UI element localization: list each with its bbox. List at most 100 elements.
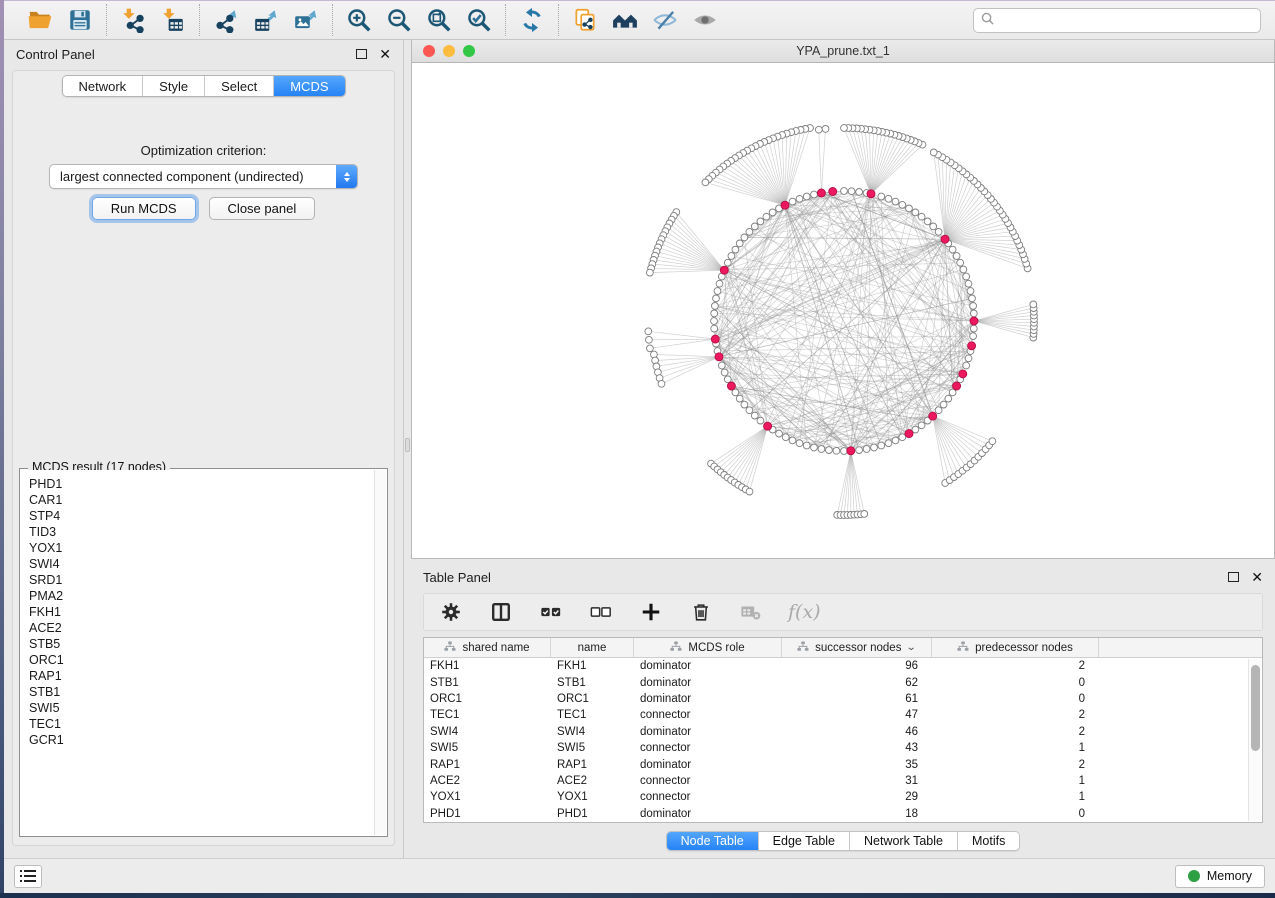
cell-predecessor_nodes[interactable]: 0 [932, 693, 1099, 705]
column-header-name[interactable]: name [551, 638, 634, 657]
cell-successor_nodes[interactable]: 35 [782, 759, 932, 771]
float-panel-icon[interactable] [356, 49, 367, 59]
cell-successor_nodes[interactable]: 96 [782, 660, 932, 672]
cell-shared_name[interactable]: STB1 [424, 677, 551, 689]
zoom-in-icon[interactable] [341, 4, 377, 36]
table-row[interactable]: ORC1ORC1dominator610 [424, 691, 1262, 707]
cell-mcds_role[interactable]: connector [634, 775, 782, 787]
mcds-result-item[interactable]: ACE2 [29, 620, 366, 636]
cell-shared_name[interactable]: RAP1 [424, 759, 551, 771]
mcds-result-item[interactable]: SWI4 [29, 556, 366, 572]
tab-network-table[interactable]: Network Table [850, 832, 958, 850]
cell-mcds_role[interactable]: dominator [634, 677, 782, 689]
network-window-titlebar[interactable]: YPA_prune.txt_1 [412, 40, 1274, 63]
cell-predecessor_nodes[interactable]: 1 [932, 742, 1099, 754]
search-box[interactable] [973, 8, 1261, 33]
close-panel-icon[interactable]: ✕ [379, 49, 391, 59]
cell-name[interactable]: SWI4 [551, 726, 634, 738]
mcds-result-item[interactable]: TID3 [29, 524, 366, 540]
mcds-result-item[interactable]: ORC1 [29, 652, 366, 668]
add-row-icon[interactable] [638, 599, 664, 625]
cell-mcds_role[interactable]: dominator [634, 693, 782, 705]
cell-predecessor_nodes[interactable]: 1 [932, 791, 1099, 803]
first-neighbors-icon[interactable] [607, 4, 643, 36]
cell-name[interactable]: STB1 [551, 677, 634, 689]
copy-network-icon[interactable] [567, 4, 603, 36]
table-row[interactable]: ACE2ACE2connector311 [424, 773, 1262, 789]
zoom-out-icon[interactable] [381, 4, 417, 36]
cell-successor_nodes[interactable]: 62 [782, 677, 932, 689]
cell-name[interactable]: FKH1 [551, 660, 634, 672]
table-row[interactable]: FKH1FKH1dominator962 [424, 658, 1262, 674]
cell-successor_nodes[interactable]: 31 [782, 775, 932, 787]
tab-mcds[interactable]: MCDS [274, 76, 344, 96]
cell-successor_nodes[interactable]: 47 [782, 709, 932, 721]
mcds-result-scrollbar[interactable] [374, 470, 386, 835]
export-table-icon[interactable] [248, 4, 284, 36]
cell-name[interactable]: PHD1 [551, 808, 634, 820]
refresh-icon[interactable] [514, 4, 550, 36]
show-columns-icon[interactable] [488, 599, 514, 625]
panel-splitter[interactable] [404, 40, 411, 858]
table-row[interactable]: PHD1PHD1dominator180 [424, 806, 1262, 822]
mcds-result-item[interactable]: YOX1 [29, 540, 366, 556]
cell-shared_name[interactable]: ORC1 [424, 693, 551, 705]
float-table-panel-icon[interactable] [1228, 572, 1239, 582]
cell-successor_nodes[interactable]: 43 [782, 742, 932, 754]
mcds-result-item[interactable]: STB5 [29, 636, 366, 652]
mcds-result-item[interactable]: TEC1 [29, 716, 366, 732]
cell-shared_name[interactable]: SWI5 [424, 742, 551, 754]
cell-mcds_role[interactable]: dominator [634, 660, 782, 672]
tab-select[interactable]: Select [205, 76, 274, 96]
cell-name[interactable]: TEC1 [551, 709, 634, 721]
cell-predecessor_nodes[interactable]: 2 [932, 660, 1099, 672]
delete-row-icon[interactable] [688, 599, 714, 625]
table-row[interactable]: YOX1YOX1connector291 [424, 789, 1262, 805]
cell-shared_name[interactable]: FKH1 [424, 660, 551, 672]
cell-mcds_role[interactable]: connector [634, 791, 782, 803]
cell-predecessor_nodes[interactable]: 0 [932, 677, 1099, 689]
cell-name[interactable]: ACE2 [551, 775, 634, 787]
mcds-result-item[interactable]: GCR1 [29, 732, 366, 748]
column-header-shared-name[interactable]: shared name [424, 638, 551, 657]
tab-motifs[interactable]: Motifs [958, 832, 1019, 850]
table-row[interactable]: SWI5SWI5connector431 [424, 740, 1262, 756]
cell-mcds_role[interactable]: connector [634, 742, 782, 754]
tab-node-table[interactable]: Node Table [667, 832, 759, 850]
export-network-icon[interactable] [208, 4, 244, 36]
tab-network[interactable]: Network [62, 76, 143, 96]
cell-name[interactable]: ORC1 [551, 693, 634, 705]
column-header-successor-nodes[interactable]: successor nodes⌄ [782, 638, 932, 657]
sort-chevron-icon[interactable]: ⌄ [906, 642, 917, 653]
mcds-result-item[interactable]: PMA2 [29, 588, 366, 604]
memory-button[interactable]: Memory [1175, 865, 1265, 888]
cell-shared_name[interactable]: ACE2 [424, 775, 551, 787]
zoom-selected-icon[interactable] [461, 4, 497, 36]
table-settings-icon[interactable] [438, 599, 464, 625]
table-row[interactable]: TEC1TEC1connector472 [424, 707, 1262, 723]
open-file-icon[interactable] [22, 4, 58, 36]
cell-shared_name[interactable]: SWI4 [424, 726, 551, 738]
optimization-criterion-select[interactable]: largest connected component (undirected) [49, 164, 358, 189]
cell-predecessor_nodes[interactable]: 2 [932, 726, 1099, 738]
cell-mcds_role[interactable]: dominator [634, 759, 782, 771]
zoom-fit-icon[interactable] [421, 4, 457, 36]
select-all-rows-icon[interactable] [538, 599, 564, 625]
cell-mcds_role[interactable]: connector [634, 709, 782, 721]
tab-style[interactable]: Style [143, 76, 205, 96]
cell-mcds_role[interactable]: dominator [634, 808, 782, 820]
table-row[interactable]: RAP1RAP1dominator352 [424, 756, 1262, 772]
cell-predecessor_nodes[interactable]: 2 [932, 759, 1099, 771]
close-table-panel-icon[interactable]: ✕ [1251, 572, 1263, 582]
mcds-result-item[interactable]: SWI5 [29, 700, 366, 716]
table-row[interactable]: STB1STB1dominator620 [424, 674, 1262, 690]
mcds-result-item[interactable]: RAP1 [29, 668, 366, 684]
cell-name[interactable]: YOX1 [551, 791, 634, 803]
mcds-result-item[interactable]: CAR1 [29, 492, 366, 508]
show-all-icon[interactable] [687, 4, 723, 36]
network-canvas[interactable] [412, 63, 1274, 558]
deselect-all-rows-icon[interactable] [588, 599, 614, 625]
column-header-predecessor-nodes[interactable]: predecessor nodes [932, 638, 1099, 657]
cell-predecessor_nodes[interactable]: 1 [932, 775, 1099, 787]
mcds-result-item[interactable]: PHD1 [29, 476, 366, 492]
